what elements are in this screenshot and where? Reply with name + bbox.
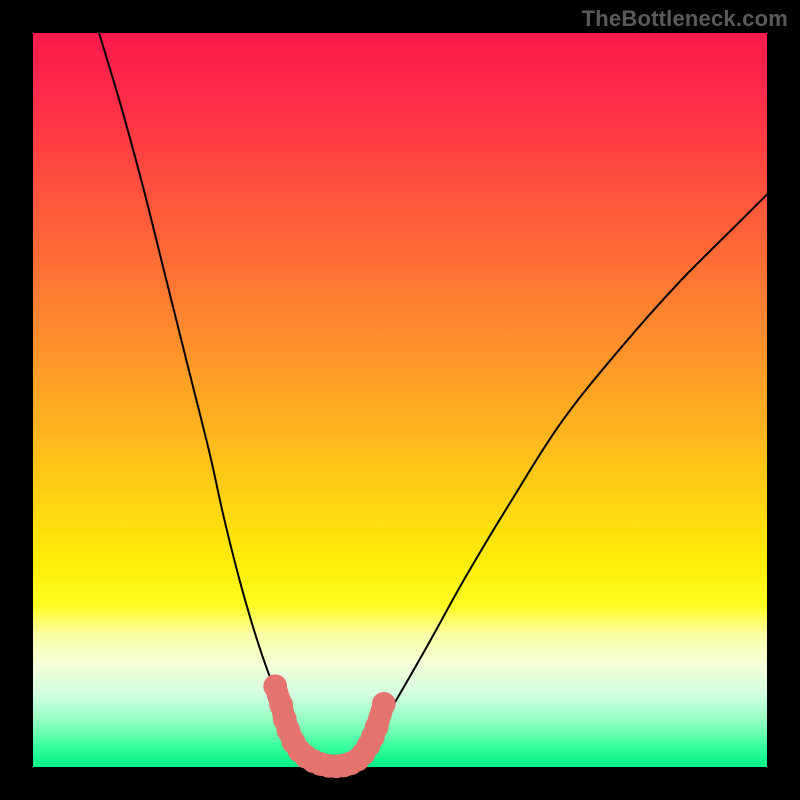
series-left-curve [99,33,305,752]
series-right-curve [363,194,767,752]
chart-svg [33,33,767,767]
chart-frame: TheBottleneck.com [0,0,800,800]
curve-layer [99,33,767,767]
marker-dot [365,715,389,739]
marker-dot [372,692,396,716]
marker-layer [263,674,395,778]
plot-area [33,33,767,767]
watermark-text: TheBottleneck.com [582,6,788,32]
